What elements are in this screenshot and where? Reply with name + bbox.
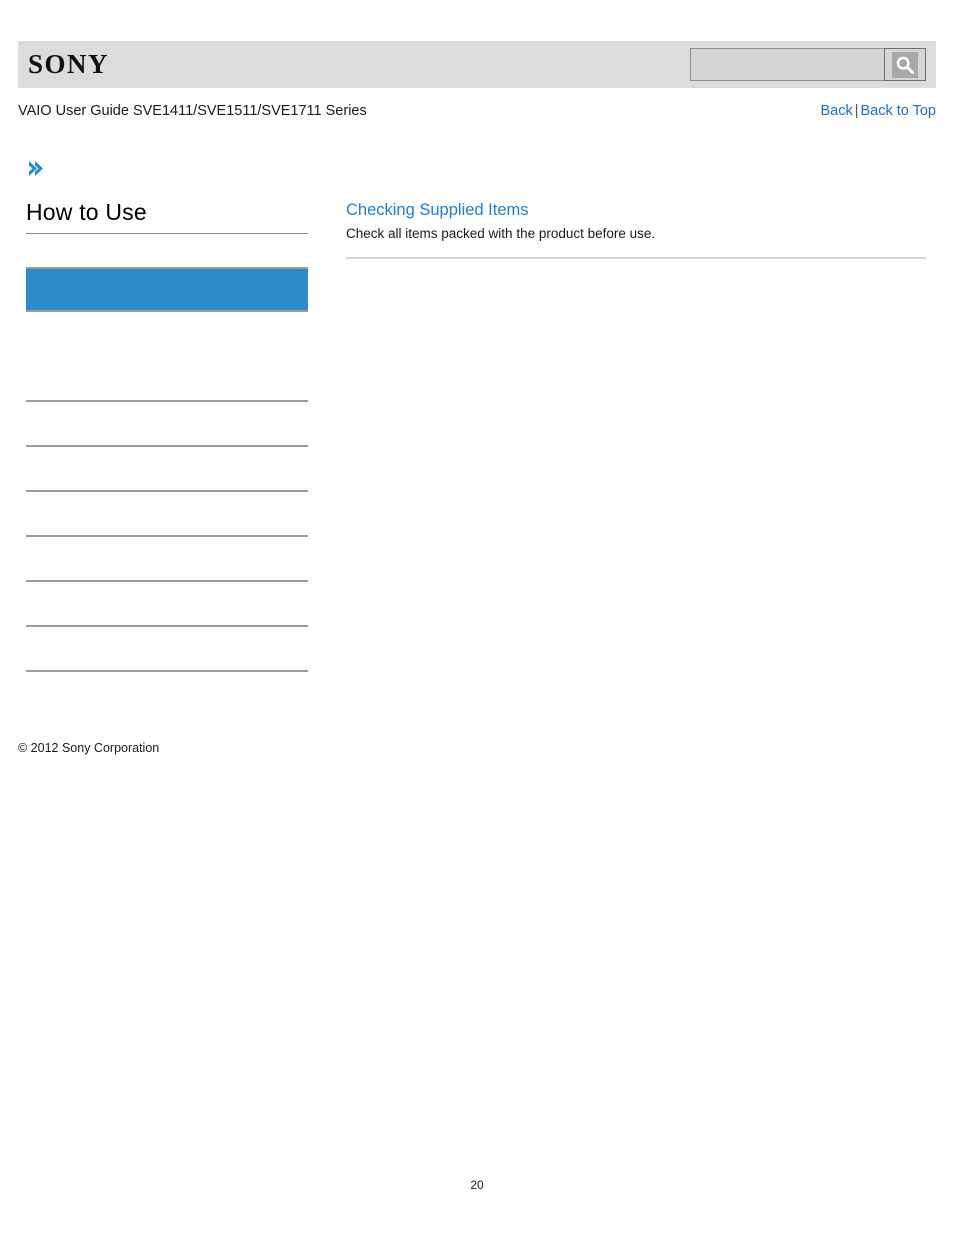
- page-title: How to Use: [26, 199, 308, 235]
- sidebar: How to Use: [26, 158, 308, 673]
- article-entry: Checking Supplied Items Check all items …: [346, 200, 926, 260]
- search-button[interactable]: [884, 48, 926, 81]
- double-chevron-right-icon[interactable]: [26, 158, 48, 180]
- header-bar: SONY: [18, 41, 936, 88]
- sidebar-item-7[interactable]: [26, 627, 308, 673]
- sidebar-menu: [26, 267, 308, 673]
- header-nav-links: Back | Back to Top: [820, 103, 936, 119]
- main-content: Checking Supplied Items Check all items …: [346, 200, 926, 267]
- sidebar-item-1[interactable]: [26, 357, 308, 403]
- search-group: [690, 48, 926, 81]
- back-link[interactable]: Back: [820, 103, 852, 119]
- guide-title: VAIO User Guide SVE1411/SVE1511/SVE1711 …: [18, 103, 367, 119]
- page-number: 20: [470, 1178, 484, 1192]
- title-row: VAIO User Guide SVE1411/SVE1511/SVE1711 …: [18, 100, 936, 122]
- content-divider: [346, 257, 926, 260]
- sidebar-item-2[interactable]: [26, 402, 308, 448]
- sidebar-item-3[interactable]: [26, 447, 308, 493]
- search-input[interactable]: [690, 48, 884, 81]
- sidebar-item-gap-0: [26, 312, 308, 357]
- sidebar-item-4[interactable]: [26, 492, 308, 538]
- sidebar-item-0[interactable]: [26, 267, 308, 313]
- page-sheet: SONY VAIO User Guide SVE1411/SVE1511/SVE…: [0, 0, 954, 1235]
- article-title-link[interactable]: Checking Supplied Items: [346, 200, 926, 221]
- back-to-top-link[interactable]: Back to Top: [860, 103, 936, 119]
- search-icon: [892, 51, 918, 78]
- sidebar-item-6[interactable]: [26, 582, 308, 628]
- sidebar-item-5[interactable]: [26, 537, 308, 583]
- copyright-notice: © 2012 Sony Corporation: [18, 741, 160, 755]
- article-description: Check all items packed with the product …: [346, 226, 656, 242]
- sony-logo: SONY: [28, 49, 110, 79]
